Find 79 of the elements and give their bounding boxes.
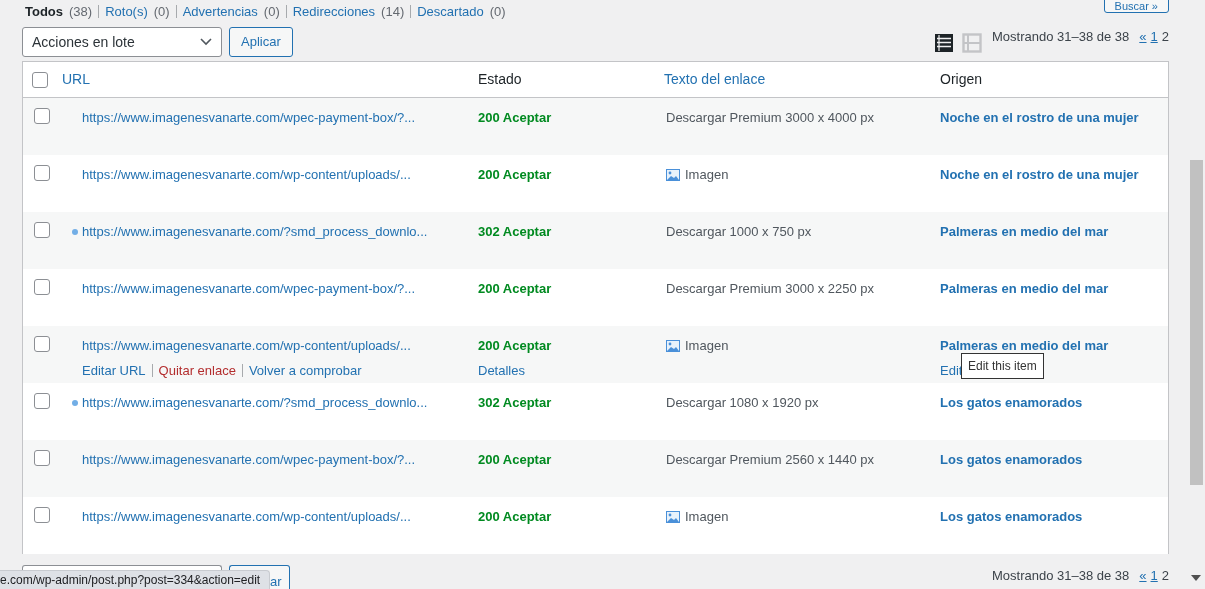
page-link[interactable]: 1: [1150, 27, 1158, 47]
checkbox[interactable]: [34, 279, 50, 295]
sortable-column-header[interactable]: URL: [62, 71, 90, 87]
current-page: 2: [1161, 28, 1169, 46]
origin-link[interactable]: Palmeras en medio del mar: [940, 279, 1109, 299]
filter-link[interactable]: Redirecciones: [292, 1, 376, 22]
page-link[interactable]: «: [1139, 27, 1147, 47]
url-link[interactable]: https://www.imagenesvanarte.com/wp-content/uploads/...: [82, 507, 411, 527]
scroll-down-icon[interactable]: [1191, 575, 1201, 581]
filter-count: (0): [263, 2, 280, 21]
checkbox[interactable]: [32, 71, 48, 88]
filter-count: (0): [489, 2, 506, 21]
checkbox[interactable]: [34, 507, 50, 523]
filter-count: (38): [69, 2, 93, 21]
column-header: Estado: [478, 71, 522, 87]
status-text: 200 Aceptar: [478, 337, 552, 355]
origin-link[interactable]: Los gatos enamorados: [940, 507, 1083, 527]
url-link[interactable]: https://www.imagenesvanarte.com/wpec-payment-box/?...: [82, 279, 416, 299]
checkbox[interactable]: [34, 393, 50, 409]
url-link[interactable]: https://www.imagenesvanarte.com/?smd_process_downlo...: [82, 222, 428, 242]
tooltip: Edit this item: [961, 353, 1044, 379]
pagination-info: Mostrando 31–38 de 38: [991, 28, 1130, 46]
origin-link[interactable]: Palmeras en medio del mar: [940, 336, 1109, 356]
status-text: 200 Aceptar: [478, 280, 552, 298]
origin-link[interactable]: Noche en el rostro de una mujer: [940, 165, 1139, 185]
link-text: Descargar Premium 3000 x 2250 px: [666, 280, 875, 298]
page-link[interactable]: 1: [1150, 566, 1158, 586]
filter-link[interactable]: Roto(s): [105, 1, 148, 22]
filter-count: (0): [153, 2, 170, 21]
search-button[interactable]: Buscar »: [1103, 0, 1169, 13]
apply-button[interactable]: ar: [270, 565, 290, 589]
filter-link[interactable]: Advertencias: [182, 1, 258, 22]
status-bar-url: e.com/wp-admin/post.php?post=334&action=edit: [0, 570, 270, 589]
pagination-info: Mostrando 31–38 de 38: [991, 567, 1130, 585]
column-header: Origen: [940, 71, 983, 87]
url-link[interactable]: https://www.imagenesvanarte.com/?smd_process_downlo...: [82, 393, 428, 413]
status-text: 200 Aceptar: [478, 451, 552, 469]
url-link[interactable]: https://www.imagenesvanarte.com/wpec-payment-box/?...: [82, 108, 416, 128]
link-text: Descargar Premium 3000 x 4000 px: [666, 109, 875, 127]
filter-count: (14): [381, 2, 405, 21]
apply-button[interactable]: Aplicar: [229, 27, 293, 57]
url-link[interactable]: https://www.imagenesvanarte.com/wp-content/uploads/...: [82, 165, 411, 185]
link-text: Imagen: [685, 508, 729, 526]
unlink-action[interactable]: Quitar enlace: [158, 360, 236, 380]
link-text: Imagen: [685, 166, 729, 184]
status-text: 302 Aceptar: [478, 394, 552, 412]
origin-link[interactable]: Los gatos enamorados: [940, 450, 1083, 470]
row-action-link[interactable]: Editar URL: [82, 360, 146, 380]
status-text: 200 Aceptar: [478, 508, 552, 526]
link-text: Descargar 1080 x 1920 px: [666, 394, 819, 412]
checkbox[interactable]: [34, 450, 50, 466]
origin-link[interactable]: Noche en el rostro de una mujer: [940, 108, 1139, 128]
status-text: 302 Aceptar: [478, 223, 552, 241]
status-text: 200 Aceptar: [478, 109, 552, 127]
chevron-down-icon: [200, 38, 212, 46]
row-action-link[interactable]: Edit: [940, 360, 963, 380]
current-page: 2: [1161, 567, 1169, 585]
origin-link[interactable]: Palmeras en medio del mar: [940, 222, 1109, 242]
url-link[interactable]: https://www.imagenesvanarte.com/wp-content/uploads/...: [82, 336, 411, 356]
checkbox[interactable]: [34, 336, 50, 352]
link-text: Descargar Premium 2560 x 1440 px: [666, 451, 875, 469]
link-text: Imagen: [685, 337, 729, 355]
checkbox[interactable]: [34, 165, 50, 181]
bulk-actions-select[interactable]: Acciones en lote: [22, 27, 222, 57]
checkbox[interactable]: [34, 108, 50, 124]
bulk-actions-select[interactable]: [22, 565, 222, 570]
url-link[interactable]: https://www.imagenesvanarte.com/wpec-payment-box/?...: [82, 450, 416, 470]
scrollbar-thumb[interactable]: [1190, 160, 1203, 485]
checkbox[interactable]: [34, 222, 50, 238]
page-link[interactable]: «: [1139, 566, 1147, 586]
origin-link[interactable]: Los gatos enamorados: [940, 393, 1083, 413]
filter-link[interactable]: Descartado: [417, 1, 484, 22]
list-view-icon[interactable]: [933, 33, 954, 53]
link-text: Descargar 1000 x 750 px: [666, 223, 812, 241]
details-link[interactable]: Detalles: [478, 360, 525, 380]
row-action-link[interactable]: Volver a comprobar: [248, 360, 362, 380]
filter-link[interactable]: Todos: [25, 1, 64, 22]
sortable-column-header[interactable]: Texto del enlace: [664, 71, 766, 87]
status-text: 200 Aceptar: [478, 166, 552, 184]
